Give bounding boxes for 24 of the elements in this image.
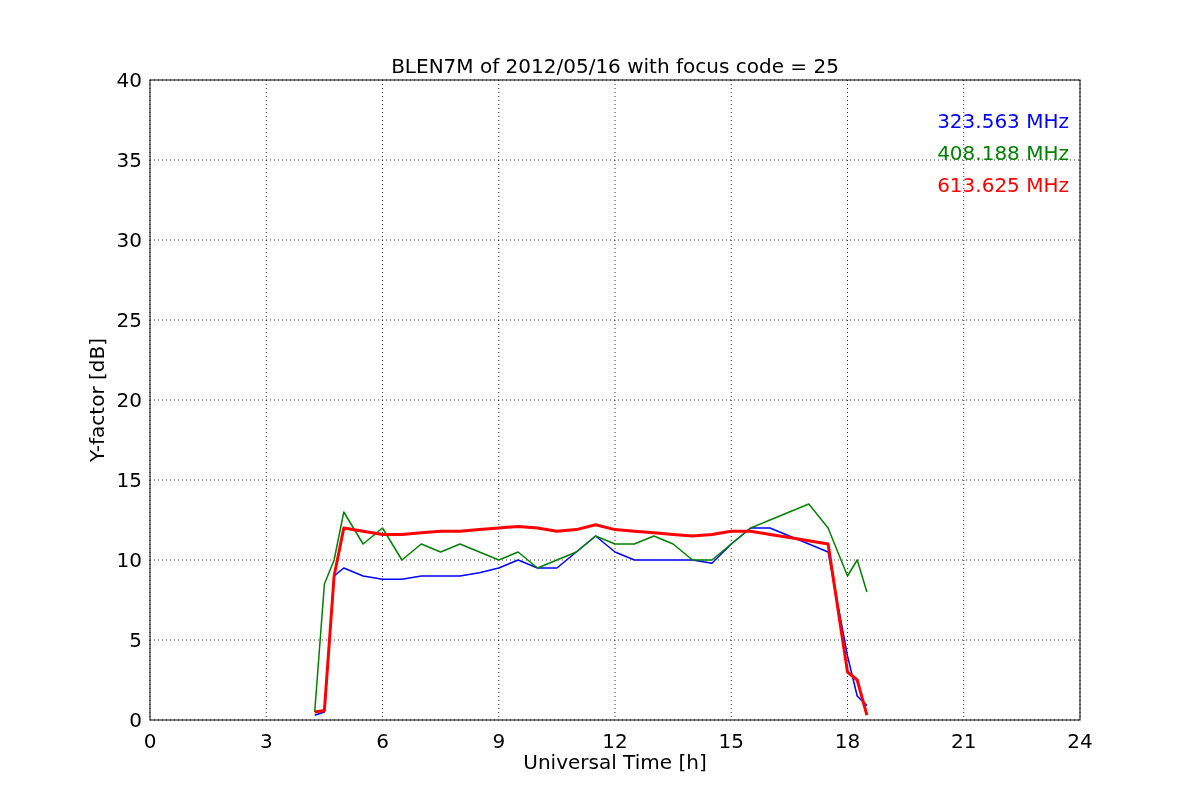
tick-label: 21 [951, 729, 977, 753]
tick-label: 18 [834, 729, 861, 753]
tick-label: 3 [259, 729, 273, 753]
legend-label: 323.563 MHz [937, 109, 1069, 133]
tick-label: 25 [116, 308, 142, 332]
legend-label: 408.188 MHz [937, 141, 1069, 165]
chart-title: BLEN7M of 2012/05/16 with focus code = 25 [391, 54, 839, 78]
tick-label: 35 [116, 148, 142, 172]
tick-label: 15 [116, 468, 142, 492]
tick-label: 12 [602, 729, 628, 753]
tick-label: 9 [492, 729, 506, 753]
tick-label: 6 [376, 729, 389, 753]
tick-label: 40 [116, 68, 142, 92]
tick-label: 15 [718, 729, 744, 753]
tick-label: 0 [129, 708, 142, 732]
tick-label: 24 [1067, 729, 1093, 753]
tick-label: 10 [116, 548, 142, 572]
tick-label: 20 [116, 388, 142, 412]
tick-label: 0 [143, 729, 157, 753]
tick-label: 30 [116, 228, 142, 252]
tick-label: 5 [129, 628, 142, 652]
y-axis-label: Y-factor [dB] [85, 338, 109, 462]
x-axis-label: Universal Time [h] [523, 750, 707, 774]
legend-label: 613.625 MHz [937, 173, 1069, 197]
